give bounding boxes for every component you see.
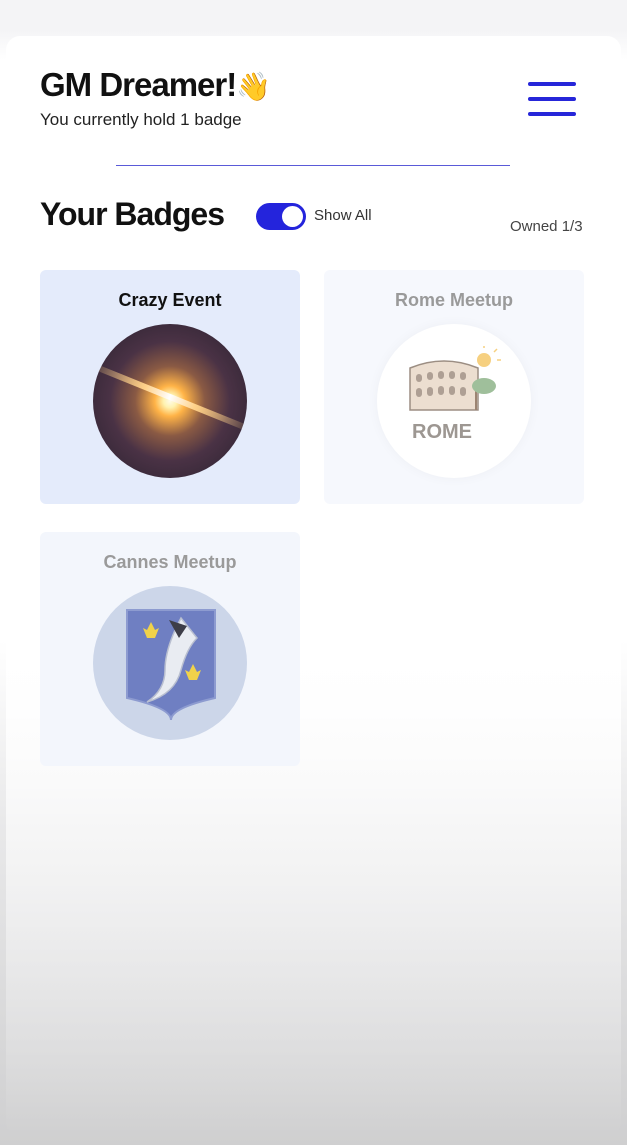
cosmic-flare-image	[93, 324, 247, 478]
rome-colosseum-image: ROME	[377, 324, 531, 478]
show-all-toggle[interactable]	[256, 203, 306, 230]
badge-card-crazy-event[interactable]: Crazy Event	[40, 270, 300, 504]
badge-title: Cannes Meetup	[103, 552, 237, 572]
app-screen: GM Dreamer!👋 You currently hold 1 badge …	[0, 0, 627, 1145]
badge-title: Rome Meetup	[394, 290, 513, 310]
cannes-coat-of-arms-image	[93, 586, 247, 740]
header-divider	[116, 165, 510, 166]
owned-count: Owned 1/3	[510, 218, 583, 235]
badge-title: Crazy Event	[118, 290, 222, 310]
badge-card-rome-meetup[interactable]: Rome Meetup ROME	[324, 270, 584, 504]
greeting-heading: GM Dreamer!👋	[40, 66, 271, 104]
badge-count-subtitle: You currently hold 1 badge	[40, 110, 242, 129]
hamburger-menu-icon[interactable]	[528, 82, 576, 118]
section-title: Your Badges	[40, 196, 225, 232]
show-all-label: Show All	[314, 207, 372, 224]
badge-card-cannes-meetup[interactable]: Cannes Meetup	[40, 532, 300, 766]
rome-image-text: ROME	[412, 421, 472, 443]
toggle-knob	[282, 206, 303, 227]
greeting-text: GM Dreamer!	[40, 66, 237, 103]
wave-emoji: 👋	[236, 71, 271, 102]
